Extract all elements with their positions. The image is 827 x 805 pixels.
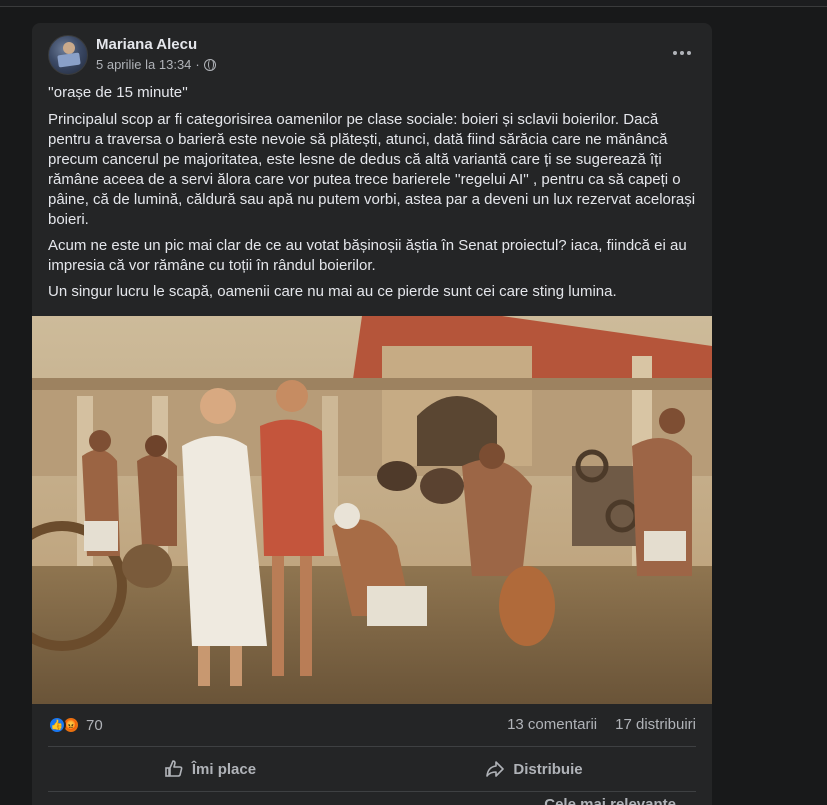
post-header: Mariana Alecu 5 aprilie la 13:34 · [48, 35, 700, 75]
post-image[interactable] [32, 316, 712, 704]
divider [48, 746, 696, 747]
more-options-icon[interactable] [668, 39, 696, 67]
like-reaction-icon: 👍 [48, 716, 66, 734]
avatar[interactable] [48, 35, 88, 75]
thumbs-up-icon [165, 760, 183, 777]
top-bar [0, 0, 827, 7]
post-stats: 👍 😡 70 13 comentarii 17 distribuiri [48, 714, 696, 738]
comments-count[interactable]: 13 comentarii [507, 716, 597, 733]
action-bar: Îmi place Distribuie [48, 751, 696, 787]
post-timestamp[interactable]: 5 aprilie la 13:34 [96, 57, 191, 72]
post-paragraph: Principalul scop ar fi categorisirea oam… [48, 111, 696, 228]
shares-count[interactable]: 17 distribuiri [615, 716, 696, 733]
author-name[interactable]: Mariana Alecu [96, 36, 197, 53]
post-paragraph: Acum ne este un pic mai clar de ce au vo… [48, 237, 687, 274]
reaction-count: 70 [86, 716, 103, 734]
post-text: ''orașe de 15 minute'' Principalul scop … [48, 83, 698, 308]
share-button[interactable]: Distribuie [372, 751, 696, 787]
globe-icon[interactable] [203, 58, 216, 71]
like-button[interactable]: Îmi place [48, 751, 372, 787]
divider [48, 791, 696, 792]
share-arrow-icon [486, 761, 505, 777]
post-title: ''orașe de 15 minute'' [48, 84, 188, 101]
share-label: Distribuie [513, 760, 583, 778]
reactions-summary[interactable]: 👍 😡 70 [48, 716, 103, 734]
like-label: Îmi place [191, 760, 257, 778]
comment-sort-dropdown[interactable]: Cele mai relevante [544, 796, 676, 805]
post-meta: 5 aprilie la 13:34 · [96, 57, 216, 72]
post-paragraph: Un singur lucru le scapă, oamenii care n… [48, 283, 617, 300]
post-card: Mariana Alecu 5 aprilie la 13:34 · ''ora… [32, 23, 712, 805]
